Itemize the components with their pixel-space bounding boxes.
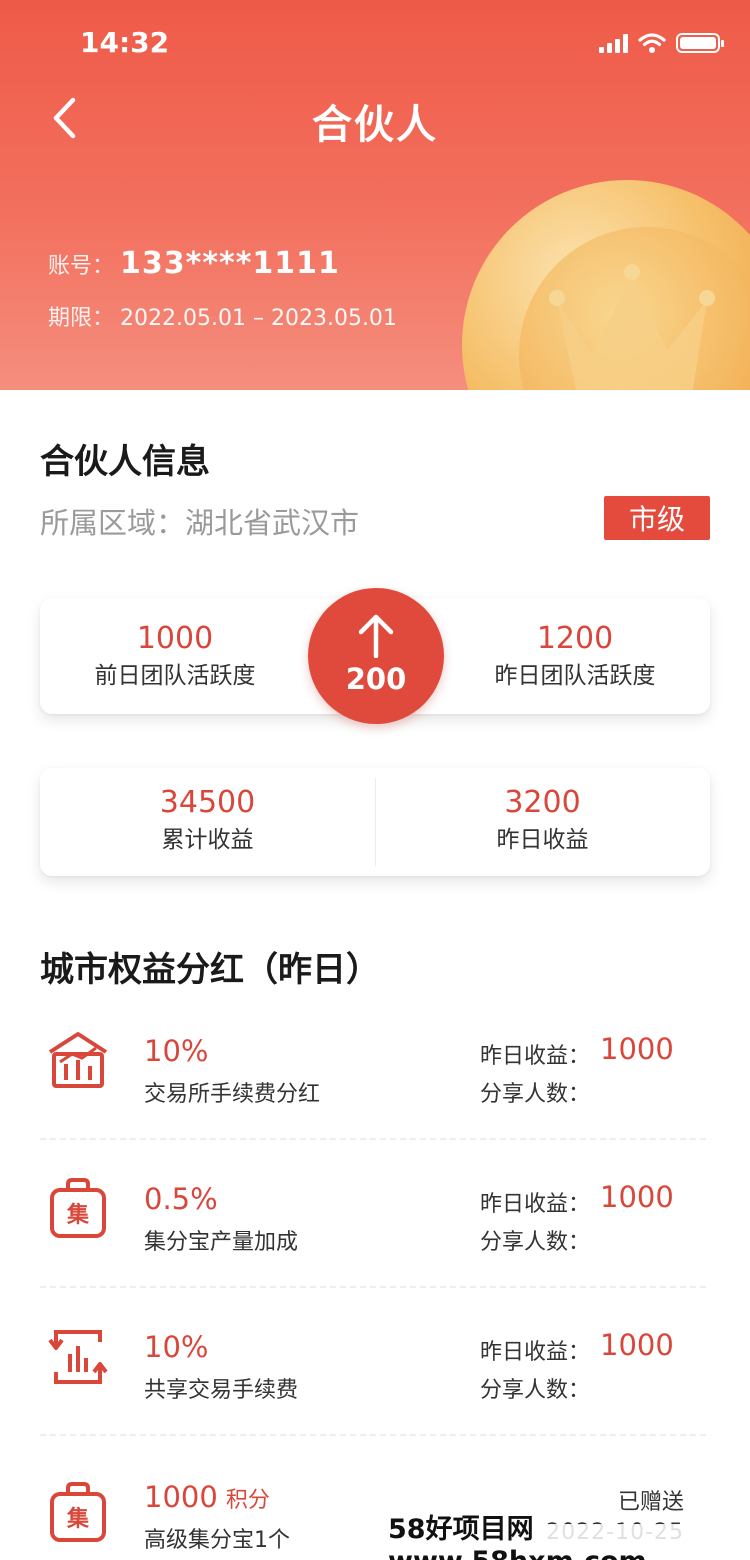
gift-amount-unit: 积分 xyxy=(225,1488,270,1513)
dividend-name: 集分宝产量加成 xyxy=(144,1230,299,1255)
dividend-yesterday-value: 1000 xyxy=(600,1032,674,1066)
dividend-share-label: 分享人数： xyxy=(480,1378,591,1403)
dividend-percent: 0.5% xyxy=(144,1182,218,1216)
dividend-item[interactable]: 10% 交易所手续费分红 昨日收益： 1000 分享人数： xyxy=(40,1000,710,1148)
period-label: 期限： xyxy=(48,306,115,331)
period-info: 期限： 2022.05.01 – 2023.05.01 xyxy=(48,300,397,332)
yesterday-activity-label: 昨日团队活跃度 xyxy=(494,663,656,689)
crown-medal-icon xyxy=(462,180,750,390)
region-value: 湖北省武汉市 xyxy=(185,506,360,540)
collect-bag-icon: 集 xyxy=(50,1482,106,1542)
activity-delta-badge: 200 xyxy=(308,588,444,724)
status-bar: 14:32 xyxy=(0,0,750,90)
gift-amount-value: 1000 xyxy=(144,1480,218,1514)
dividend-name: 共享交易手续费 xyxy=(144,1378,299,1403)
dividend-item[interactable]: 10% 共享交易手续费 昨日收益： 1000 分享人数： xyxy=(40,1296,710,1444)
gift-amount: 1000 积分 xyxy=(144,1480,270,1514)
total-income-label: 累计收益 xyxy=(161,827,254,853)
yesterday-activity-value: 1200 xyxy=(536,621,614,656)
dividend-share-label: 分享人数： xyxy=(480,1230,591,1255)
total-income-value: 34500 xyxy=(159,785,256,820)
page-title: 合伙人 xyxy=(312,102,438,148)
dividend-share-label: 分享人数： xyxy=(480,1082,591,1107)
svg-text:集: 集 xyxy=(66,1202,90,1228)
bank-icon xyxy=(48,1032,108,1088)
income-card: 34500 累计收益 3200 昨日收益 xyxy=(40,768,710,876)
row-divider xyxy=(40,1286,706,1288)
yesterday-activity-stat: 1200 昨日团队活跃度 xyxy=(440,620,710,692)
status-time: 14:32 xyxy=(80,26,170,59)
dividend-yesterday-value: 1000 xyxy=(600,1328,674,1362)
region-label: 所属区域： xyxy=(40,506,186,540)
dividend-percent: 10% xyxy=(144,1330,209,1364)
row-divider xyxy=(40,1434,706,1436)
yesterday-income-stat: 3200 昨日收益 xyxy=(375,784,710,856)
signal-icon xyxy=(599,33,628,53)
prev-activity-stat: 1000 前日团队活跃度 xyxy=(40,620,310,692)
dividend-name: 交易所手续费分红 xyxy=(144,1082,321,1107)
region-info: 所属区域： 湖北省武汉市 xyxy=(40,500,359,542)
dividends-title: 城市权益分红（昨日） xyxy=(40,950,380,990)
dividend-yesterday-label: 昨日收益： xyxy=(480,1192,591,1217)
svg-text:集: 集 xyxy=(66,1506,90,1532)
exchange-chart-icon xyxy=(48,1330,108,1384)
watermark: 58好项目网www.58hxm.com xyxy=(382,1514,750,1560)
prev-activity-value: 1000 xyxy=(136,621,214,656)
period-value: 2022.05.01 – 2023.05.01 xyxy=(120,306,397,331)
activity-delta-value: 200 xyxy=(345,662,407,696)
battery-icon xyxy=(676,33,724,53)
arrow-up-icon xyxy=(358,614,394,658)
row-divider xyxy=(40,1138,706,1140)
dividend-item[interactable]: 集 0.5% 集分宝产量加成 昨日收益： 1000 分享人数： xyxy=(40,1148,710,1296)
account-info: 账号： 133****1111 xyxy=(48,246,340,281)
dividend-yesterday-label: 昨日收益： xyxy=(480,1340,591,1365)
yesterday-income-label: 昨日收益 xyxy=(496,827,589,853)
account-label: 账号： xyxy=(48,254,115,279)
partner-info-title: 合伙人信息 xyxy=(40,442,210,482)
status-icons xyxy=(599,32,724,54)
collect-bag-icon: 集 xyxy=(50,1178,106,1238)
account-value: 133****1111 xyxy=(120,246,340,281)
yesterday-income-value: 3200 xyxy=(504,785,581,820)
total-income-stat: 34500 累计收益 xyxy=(40,784,375,856)
dividend-percent: 10% xyxy=(144,1034,209,1068)
prev-activity-label: 前日团队活跃度 xyxy=(94,663,256,689)
gift-name: 高级集分宝1个 xyxy=(144,1528,290,1553)
dividend-yesterday-value: 1000 xyxy=(600,1180,674,1214)
navigation-bar: 合伙人 xyxy=(0,90,750,148)
header-banner: 14:32 合伙人 账号： 133****1111 期限： 2022.05.01… xyxy=(0,0,750,390)
dividend-yesterday-label: 昨日收益： xyxy=(480,1044,591,1069)
wifi-icon xyxy=(638,33,666,53)
level-badge: 市级 xyxy=(604,496,710,540)
